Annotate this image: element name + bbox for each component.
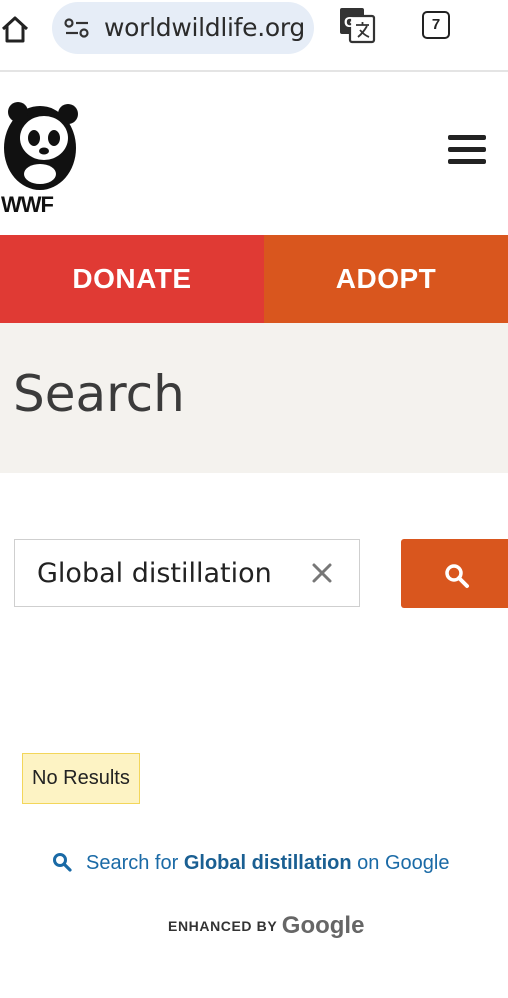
url-text: worldwildlife.org	[104, 13, 305, 42]
google-logo: Google	[281, 912, 365, 939]
close-icon[interactable]	[311, 562, 333, 584]
page-title-band: Search	[0, 323, 508, 473]
cta-row: DONATE ADOPT	[0, 235, 508, 323]
hamburger-menu-icon[interactable]	[448, 135, 486, 165]
page-title: Search	[13, 365, 185, 423]
site-settings-icon[interactable]	[64, 18, 90, 38]
tabs-icon[interactable]: 7	[422, 11, 450, 39]
search-submit-button[interactable]	[401, 539, 508, 608]
wwf-panda-logo[interactable]: WWF	[0, 88, 86, 214]
enhanced-by-label: ENHANCED BY	[168, 918, 278, 934]
google-link-query: Global distillation	[183, 852, 352, 874]
search-input[interactable]	[37, 540, 287, 606]
google-link-prefix: Search for	[86, 852, 184, 874]
site-header: WWF	[0, 72, 508, 235]
search-icon	[53, 853, 72, 872]
google-link-suffix: on Google	[351, 852, 450, 874]
no-results-message: No Results	[22, 753, 140, 804]
svg-text:G: G	[344, 14, 356, 31]
enhanced-by-google: ENHANCED BY Google	[168, 912, 364, 940]
address-bar[interactable]: worldwildlife.org	[52, 2, 314, 54]
logo-text: WWF	[1, 192, 54, 214]
browser-toolbar: worldwildlife.org G 7	[0, 0, 508, 72]
donate-button[interactable]: DONATE	[0, 235, 264, 323]
search-field	[14, 539, 360, 607]
search-icon	[445, 564, 469, 588]
search-on-google-link[interactable]: Search for Global distillation on Google	[52, 852, 449, 875]
adopt-button[interactable]: ADOPT	[264, 235, 508, 323]
translate-icon[interactable]: G	[338, 6, 376, 44]
home-icon[interactable]	[0, 14, 30, 44]
